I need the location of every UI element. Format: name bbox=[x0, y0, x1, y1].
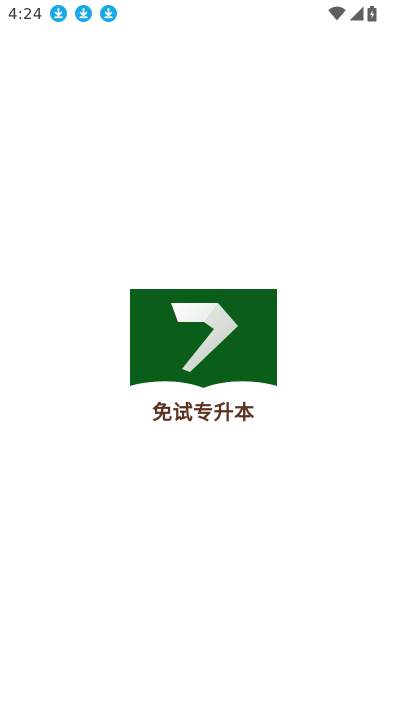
download-icon bbox=[100, 5, 118, 22]
app-name-label: 免试专升本 bbox=[152, 400, 255, 424]
status-clock: 4:24 bbox=[8, 4, 43, 23]
status-bar-left: 4:24 bbox=[8, 5, 125, 23]
status-bar: 4:24 bbox=[0, 0, 407, 27]
app-logo bbox=[130, 289, 277, 389]
status-bar-right bbox=[328, 5, 377, 22]
download-icon bbox=[50, 5, 68, 22]
splash-screen: 4:24 免试专升本 bbox=[0, 0, 407, 724]
cell-signal-icon bbox=[349, 6, 364, 21]
battery-charging-icon bbox=[367, 5, 377, 21]
download-icon bbox=[75, 5, 93, 22]
wifi-icon bbox=[328, 6, 346, 21]
